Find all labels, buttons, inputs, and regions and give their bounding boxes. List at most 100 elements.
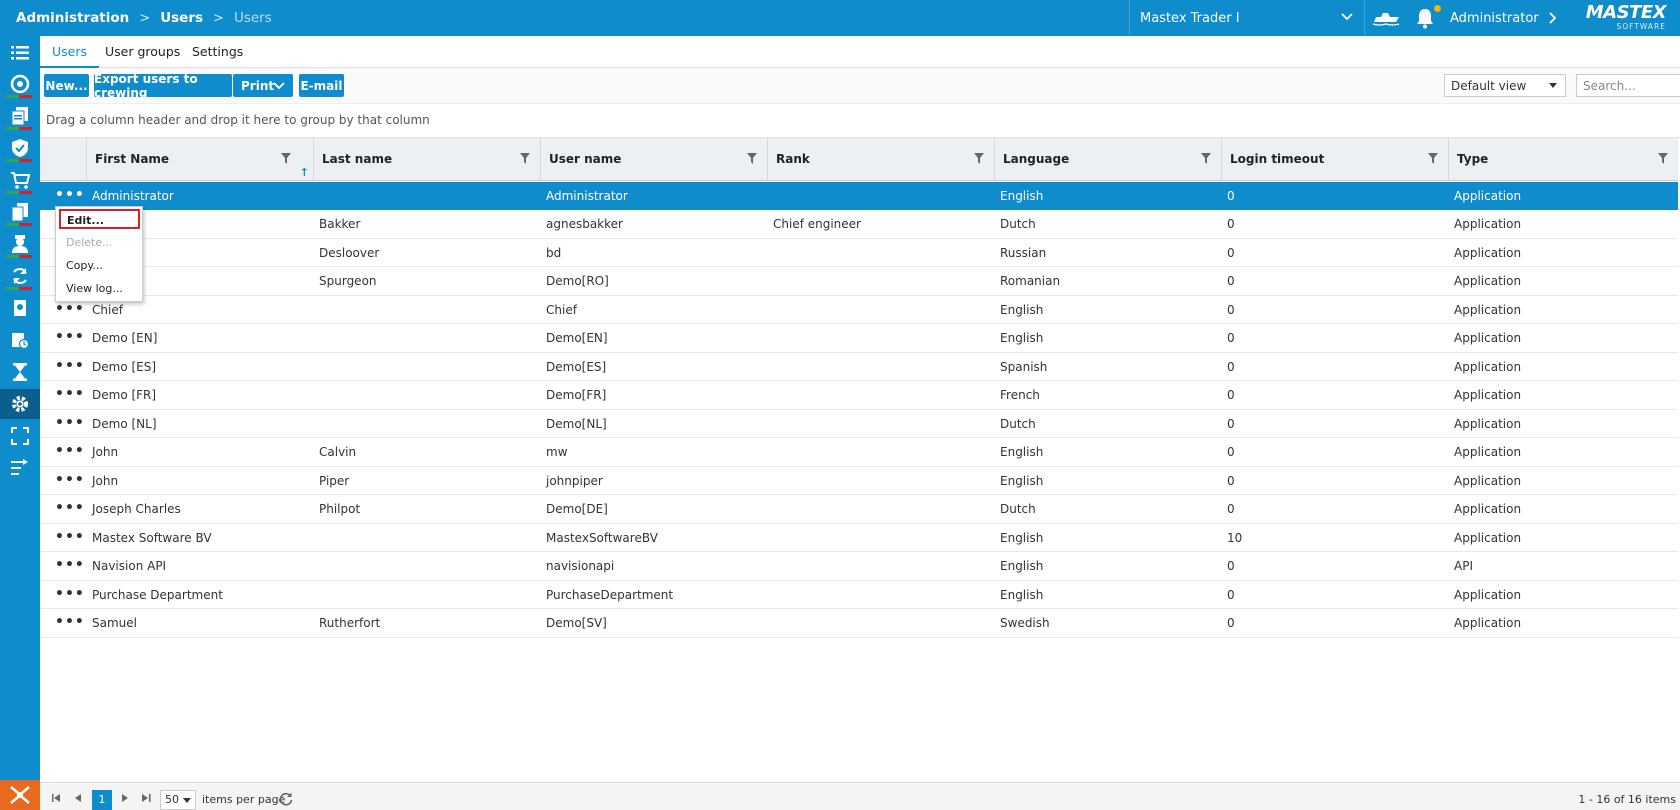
new-button[interactable]: New... [44,74,89,97]
cell-user: Demo[DE] [546,502,608,516]
table-row[interactable]: ••• Navision API navisionapi English 0 API [40,552,1678,581]
tab-settings[interactable]: Settings [180,36,255,68]
refresh-icon[interactable] [279,792,293,806]
view-select[interactable]: Default view [1444,74,1566,97]
cell-lang: Swedish [1000,616,1050,630]
row-actions-button[interactable]: ••• [55,524,85,552]
breadcrumb-users[interactable]: Users [160,10,203,26]
row-actions-button[interactable]: ••• [55,353,85,381]
previous-page-icon[interactable] [75,794,82,802]
cell-timeout: 0 [1227,473,1235,488]
breadcrumb-separator-icon: > [213,10,224,26]
export-users-button[interactable]: Export users to crewing [94,72,232,100]
table-row[interactable]: •••SpurgeonDemo[RO]Romanian0Application [40,267,1678,296]
cell-last: Piper [319,473,350,488]
cell-type: Application [1454,587,1522,602]
table-row[interactable]: ••• Administrator Administrator English 0 App… [40,181,1678,210]
documents-icon[interactable] [0,101,40,131]
cell-first: Samuel [92,616,137,630]
cell-last: Philpot [319,502,361,516]
last-page-icon[interactable] [142,794,151,802]
cell-timeout: 0 [1227,502,1235,516]
user-menu[interactable]: Administrator [1450,0,1557,36]
column-last-name[interactable]: Last name [313,138,540,181]
crew-icon[interactable] [0,229,40,259]
menu-item-copy[interactable]: Copy... [64,256,136,276]
table-row[interactable]: ••• John Piper johnpiper English 0 Application [40,467,1678,495]
filter-icon[interactable] [1201,153,1211,164]
table-row[interactable]: ••• Mastex Software BV MastexSoftwareBV Eng… [40,524,1678,552]
current-page[interactable]: 1 [92,790,112,810]
report-icon[interactable] [0,325,40,355]
print-button[interactable]: Print [233,74,293,97]
filter-icon[interactable] [1428,153,1438,164]
page-size-select[interactable]: 50 [160,790,196,810]
transfer-icon[interactable] [0,453,40,483]
user-name: Administrator [1450,10,1539,26]
filter-icon[interactable] [281,153,291,164]
column-first-name[interactable]: First Name ↑ [86,138,313,181]
group-drop-area[interactable]: Drag a column header and drop it here to… [40,104,1680,138]
purchase-icon[interactable] [0,165,40,195]
cell-lang: English [1000,188,1044,203]
first-page-icon[interactable] [52,794,61,802]
vessel-selector[interactable]: Mastex Trader I [1129,0,1364,36]
table-row[interactable]: ••• John Calvin mw English 0 Application [40,438,1678,467]
copy-icon[interactable] [0,197,40,227]
row-actions-button[interactable]: ••• [55,581,85,609]
row-actions-button[interactable]: ••• [55,467,85,495]
settings-icon[interactable] [0,389,40,419]
menu-item-edit[interactable]: Edit... [59,209,140,229]
fullscreen-icon[interactable] [0,421,40,451]
filter-icon[interactable] [747,153,757,164]
certificate-icon[interactable] [0,293,40,323]
cell-type: API [1454,559,1473,573]
row-actions-button[interactable]: ••• [55,495,85,523]
menu-item-view-log[interactable]: View log... [64,279,136,299]
app-logo-icon[interactable] [0,780,40,810]
table-row[interactable]: ••• Purchase Department PurchaseDepartment… [40,581,1678,609]
menu-item-delete: Delete... [66,236,113,249]
column-login-timeout[interactable]: Login timeout [1221,138,1448,181]
hourglass-icon[interactable] [0,357,40,387]
table-row[interactable]: ••• Demo [NL] Demo[NL] Dutch 0 Application [40,410,1678,438]
column-type[interactable]: Type [1448,138,1678,181]
row-context-menu: Edit... Delete... Copy... View log... [55,206,143,302]
table-row[interactable]: ••• Joseph Charles Philpot Demo[DE] Dutch 0 Ap… [40,495,1678,524]
search-input[interactable] [1576,74,1680,97]
column-user-name[interactable]: User name [540,138,767,181]
cell-lang: English [1000,530,1044,545]
safety-icon[interactable] [0,133,40,163]
row-actions-button[interactable]: ••• [55,324,85,352]
breadcrumb: Administration > Users > Users [16,0,272,36]
next-page-icon[interactable] [122,794,129,802]
view-select-value: Default view [1451,78,1527,93]
ship-icon[interactable] [1364,0,1406,36]
table-row[interactable]: ••• Demo [EN] Demo[EN] English 0 Application [40,324,1678,353]
table-row[interactable]: ••• Samuel Rutherfort Demo[SV] Swedish 0 Appli… [40,609,1678,638]
tab-user-groups[interactable]: User groups [93,36,192,68]
list-icon[interactable] [0,38,40,68]
filter-icon[interactable] [974,153,984,164]
table-row[interactable]: ••• Chief Chief English 0 Application [40,296,1678,324]
row-actions-button[interactable]: ••• [55,552,85,580]
table-row[interactable]: •••DeslooverbdRussian0Application [40,239,1678,267]
breadcrumb-administration[interactable]: Administration [16,10,129,26]
table-row[interactable]: •••BakkeragnesbakkerChief engineerDutch0… [40,210,1678,239]
column-label: Type [1457,152,1489,166]
table-row[interactable]: ••• Demo [ES] Demo[ES] Spanish 0 Application [40,353,1678,381]
row-actions-button[interactable]: ••• [55,410,85,438]
filter-icon[interactable] [1658,153,1668,164]
filter-icon[interactable] [520,153,530,164]
sync-icon[interactable] [0,261,40,291]
column-language[interactable]: Language [994,138,1221,181]
column-rank[interactable]: Rank [767,138,994,181]
email-button[interactable]: E-mail [299,74,344,97]
row-actions-button[interactable]: ••• [55,438,85,466]
cell-user: Demo[RO] [546,274,609,288]
tab-users[interactable]: Users [40,36,100,68]
dashboard-icon[interactable] [0,69,40,99]
row-actions-button[interactable]: ••• [55,381,85,409]
row-actions-button[interactable]: ••• [55,609,85,637]
table-row[interactable]: ••• Demo [FR] Demo[FR] French 0 Application [40,381,1678,410]
